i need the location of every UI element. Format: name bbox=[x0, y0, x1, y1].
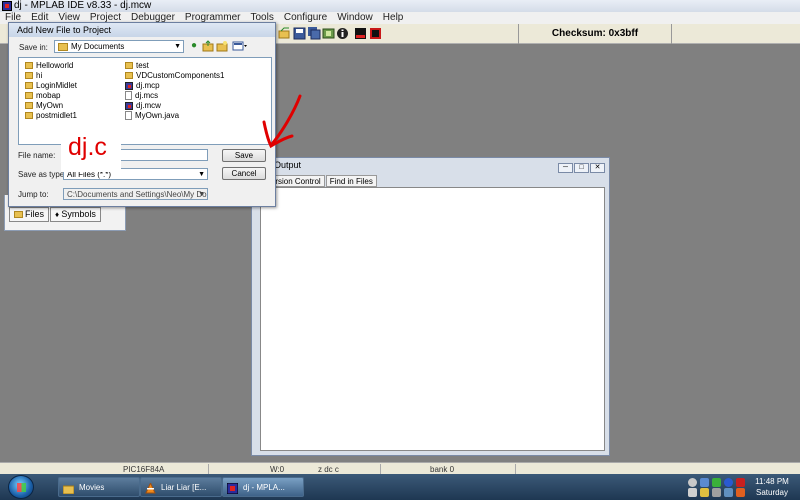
list-item[interactable]: Helloworld bbox=[25, 61, 73, 70]
list-item[interactable]: dj.mcs bbox=[125, 91, 158, 101]
folder-icon bbox=[58, 42, 68, 51]
dialog-title: Add New File to Project bbox=[9, 23, 275, 37]
network-icon[interactable] bbox=[700, 478, 709, 487]
taskbar: Movies Liar Liar [E... dj - MPLA... 11:4… bbox=[0, 474, 800, 500]
status-separator bbox=[208, 464, 209, 474]
folder-icon bbox=[125, 62, 133, 70]
chevron-down-icon: ▼ bbox=[174, 43, 181, 50]
task-liar-liar[interactable]: Liar Liar [E... bbox=[140, 477, 222, 497]
list-item[interactable]: MyOwn.java bbox=[125, 111, 179, 121]
cancel-button[interactable]: Cancel bbox=[222, 167, 266, 180]
folder-icon bbox=[25, 72, 33, 80]
folder-icon bbox=[25, 82, 33, 90]
start-button[interactable] bbox=[8, 475, 34, 499]
tray-icon[interactable] bbox=[688, 488, 697, 497]
task-mplab[interactable]: dj - MPLA... bbox=[222, 477, 304, 497]
tray-icon[interactable] bbox=[712, 478, 721, 487]
mplab-app-icon bbox=[2, 1, 12, 11]
tab-find-in-files[interactable]: Find in Files bbox=[325, 175, 377, 187]
menu-window[interactable]: Window bbox=[332, 12, 378, 24]
folder-icon bbox=[125, 72, 133, 80]
task-movies[interactable]: Movies bbox=[58, 477, 140, 497]
antivirus-icon[interactable] bbox=[736, 478, 745, 487]
program-device-icon[interactable] bbox=[354, 27, 367, 40]
folder-icon bbox=[25, 112, 33, 120]
list-item[interactable]: test bbox=[125, 61, 149, 70]
folder-icon bbox=[25, 102, 33, 110]
project-tabs: Files ♦ Symbols bbox=[9, 207, 102, 223]
mplab-project-icon bbox=[125, 81, 133, 90]
up-folder-icon[interactable] bbox=[202, 40, 214, 52]
read-device-icon[interactable] bbox=[369, 27, 382, 40]
output-tabs: Version Control Find in Files bbox=[262, 175, 378, 187]
tab-symbols[interactable]: ♦ Symbols bbox=[50, 207, 101, 222]
jump-to-combo[interactable]: C:\Documents and Settings\Neo\My Docum ▼ bbox=[63, 188, 208, 200]
list-item[interactable]: MyOwn bbox=[25, 101, 63, 110]
status-separator bbox=[380, 464, 381, 474]
folder-icon bbox=[25, 62, 33, 70]
status-separator bbox=[515, 464, 516, 474]
folder-icon bbox=[25, 92, 33, 100]
output-window-controls: ─ □ ✕ bbox=[557, 160, 605, 173]
list-item[interactable]: dj.mcw bbox=[125, 101, 161, 110]
document-icon bbox=[125, 91, 132, 101]
clock[interactable]: 11:48 PM Saturday bbox=[748, 476, 796, 498]
file-name-label: File name: bbox=[18, 151, 56, 160]
list-item[interactable]: hi bbox=[25, 71, 42, 80]
list-item[interactable]: LoginMidlet bbox=[25, 81, 77, 90]
back-icon[interactable]: ● bbox=[188, 40, 200, 52]
output-window: Output ─ □ ✕ Version Control Find in Files bbox=[251, 157, 610, 456]
tray-icon[interactable] bbox=[724, 488, 733, 497]
minimize-icon[interactable]: ─ bbox=[558, 163, 573, 173]
restore-icon[interactable]: □ bbox=[574, 163, 589, 173]
window-title: dj - MPLAB IDE v8.33 - dj.mcw bbox=[14, 0, 152, 11]
file-name-annotation: dj.c bbox=[68, 133, 107, 161]
list-item[interactable]: VDCustomComponents1 bbox=[125, 71, 224, 80]
menu-configure[interactable]: Configure bbox=[279, 12, 332, 24]
clock-day: Saturday bbox=[755, 488, 789, 497]
chevron-down-icon: ▼ bbox=[198, 191, 205, 198]
output-content[interactable] bbox=[260, 187, 605, 451]
vlc-cone-icon bbox=[145, 481, 156, 494]
list-item[interactable]: mobap bbox=[25, 91, 60, 100]
document-icon bbox=[125, 111, 132, 121]
folder-icon bbox=[14, 211, 23, 219]
red-arrow-annotation bbox=[262, 94, 302, 149]
open-icon[interactable] bbox=[278, 27, 291, 40]
save-all-icon[interactable] bbox=[308, 27, 321, 40]
menu-help[interactable]: Help bbox=[378, 12, 409, 24]
clock-time: 11:48 PM bbox=[755, 477, 789, 486]
info-icon[interactable] bbox=[336, 27, 349, 40]
volume-icon[interactable] bbox=[712, 488, 721, 497]
tray-icon[interactable] bbox=[736, 488, 745, 497]
status-bar: PIC16F84A W:0 z dc c bank 0 bbox=[0, 462, 800, 474]
explorer-folder-icon bbox=[62, 482, 75, 495]
list-item[interactable]: dj.mcp bbox=[125, 81, 160, 90]
output-title: Output bbox=[274, 160, 302, 170]
chevron-down-icon: ▼ bbox=[198, 171, 205, 178]
new-folder-icon[interactable] bbox=[216, 40, 228, 52]
close-icon[interactable]: ✕ bbox=[590, 163, 605, 173]
save-as-type-label: Save as type: bbox=[18, 170, 67, 179]
build-icon[interactable] bbox=[322, 27, 335, 40]
mplab-workspace-icon bbox=[125, 101, 133, 110]
checksum-display: Checksum: 0x3bff bbox=[518, 24, 672, 44]
window-titlebar: dj - MPLAB IDE v8.33 - dj.mcw bbox=[0, 0, 800, 12]
mplab-app-icon bbox=[226, 482, 239, 495]
tray-icon[interactable] bbox=[688, 478, 697, 487]
add-new-file-dialog: Add New File to Project Save in: My Docu… bbox=[8, 22, 276, 207]
save-in-label: Save in: bbox=[19, 43, 48, 52]
view-menu-icon[interactable] bbox=[232, 40, 248, 52]
jump-to-label: Jump to: bbox=[18, 190, 49, 199]
save-icon[interactable] bbox=[293, 27, 306, 40]
list-item[interactable]: postmidlet1 bbox=[25, 111, 77, 120]
tray-icon[interactable] bbox=[700, 488, 709, 497]
file-list[interactable]: Helloworld hi LoginMidlet mobap MyOwn po… bbox=[18, 57, 272, 145]
tab-files[interactable]: Files bbox=[9, 207, 50, 222]
save-in-combo[interactable]: My Documents ▼ bbox=[54, 40, 184, 53]
bluetooth-icon[interactable] bbox=[724, 478, 733, 487]
